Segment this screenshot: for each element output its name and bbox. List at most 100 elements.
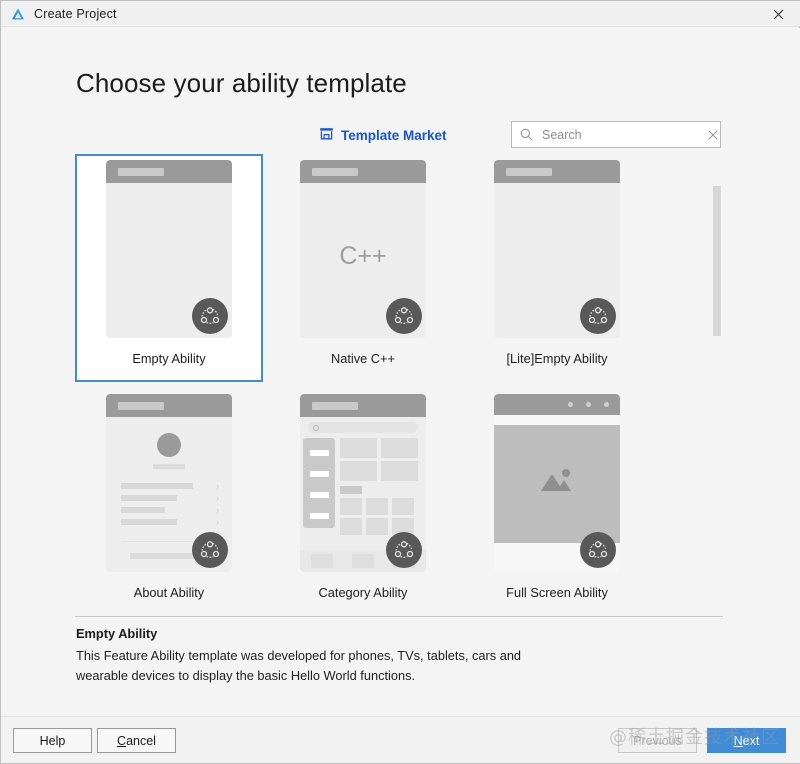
previous-button-label: Previous xyxy=(633,733,682,748)
title-bar: Create Project xyxy=(1,1,800,27)
mock-block xyxy=(366,518,388,535)
mock-block xyxy=(340,518,362,535)
template-thumbnail: › › › › xyxy=(106,394,232,572)
mock-block xyxy=(381,461,418,481)
template-label: [Lite]Empty Ability xyxy=(506,351,608,366)
mock-avatar xyxy=(157,433,181,457)
template-label: Native C++ xyxy=(330,351,396,366)
template-thumbnail xyxy=(494,160,620,338)
template-thumbnail: C++ xyxy=(300,160,426,338)
mock-row xyxy=(121,483,193,489)
image-placeholder-icon xyxy=(541,469,571,491)
mock-block xyxy=(366,498,388,515)
mock-block xyxy=(392,498,414,515)
mock-title-pill xyxy=(506,168,552,176)
mock-title-pill xyxy=(118,402,164,410)
template-label: About Ability xyxy=(133,585,205,600)
mock-topbar xyxy=(494,394,620,415)
mock-sidebar-item xyxy=(310,492,329,498)
template-card-lite-empty-ability[interactable]: [Lite]Empty Ability xyxy=(463,154,651,382)
template-grid-scroll-area: Empty Ability C++ Native C++ [Lite]Empty… xyxy=(75,154,723,626)
description-title: Empty Ability xyxy=(76,626,158,641)
mock-row xyxy=(121,495,177,501)
template-grid: Empty Ability C++ Native C++ [Lite]Empty… xyxy=(75,154,723,616)
template-thumbnail xyxy=(300,394,426,572)
next-button-label: ext xyxy=(742,733,760,748)
mock-dot xyxy=(586,402,591,407)
template-market-link[interactable]: Template Market xyxy=(319,126,447,144)
next-button[interactable]: Next xyxy=(707,728,786,753)
mock-block xyxy=(340,461,377,481)
mock-dot xyxy=(604,402,609,407)
template-card-empty-ability[interactable]: Empty Ability xyxy=(75,154,263,382)
mock-sidebar xyxy=(303,438,335,528)
help-button[interactable]: Help xyxy=(13,728,92,753)
dialog-body: Choose your ability template Template Ma… xyxy=(1,28,800,718)
mock-title-pill xyxy=(118,168,164,176)
template-label: Empty Ability xyxy=(132,351,206,366)
mock-strip xyxy=(494,415,620,425)
template-grid-scrollbar-thumb[interactable] xyxy=(713,186,721,336)
template-card-about-ability[interactable]: › › › › About Ability xyxy=(75,388,263,616)
harmony-distributed-icon xyxy=(386,532,422,568)
mock-section-label xyxy=(340,486,362,494)
clear-icon[interactable] xyxy=(705,122,720,147)
mock-search-pill xyxy=(308,422,418,433)
search-box[interactable] xyxy=(511,121,721,148)
cancel-button[interactable]: Cancel xyxy=(97,728,176,753)
mock-block xyxy=(381,438,418,458)
page-title: Choose your ability template xyxy=(76,68,407,98)
mock-row xyxy=(121,519,177,525)
mock-row xyxy=(121,507,165,513)
template-label: Category Ability xyxy=(318,585,408,600)
mock-topbar xyxy=(106,160,232,183)
chevron-right-icon: › xyxy=(216,517,219,527)
description-divider xyxy=(75,616,723,617)
help-button-label: Help xyxy=(39,733,66,748)
search-icon xyxy=(313,424,319,431)
mock-tab xyxy=(311,554,333,568)
mock-topbar xyxy=(300,394,426,417)
template-card-category-ability[interactable]: Category Ability xyxy=(269,388,457,616)
chevron-right-icon: › xyxy=(216,505,219,515)
mock-topbar xyxy=(106,394,232,417)
mock-topbar xyxy=(300,160,426,183)
harmony-distributed-icon xyxy=(386,298,422,334)
mock-sidebar-item xyxy=(310,471,329,477)
store-icon xyxy=(319,126,334,144)
cpp-glyph-icon: C++ xyxy=(339,242,387,270)
chevron-right-icon: › xyxy=(216,481,219,491)
template-label: Full Screen Ability xyxy=(506,585,608,600)
mock-sidebar-item xyxy=(310,450,329,456)
mock-dot xyxy=(568,402,573,407)
search-input[interactable] xyxy=(540,126,705,143)
create-project-dialog: Create Project Choose your ability templ… xyxy=(0,0,800,764)
harmony-distributed-icon xyxy=(580,532,616,568)
harmony-distributed-icon xyxy=(580,298,616,334)
mock-tab xyxy=(352,554,374,568)
template-card-full-screen-ability[interactable]: Full Screen Ability xyxy=(463,388,651,616)
chevron-right-icon: › xyxy=(216,493,219,503)
template-card-native-cpp[interactable]: C++ Native C++ xyxy=(269,154,457,382)
window-title: Create Project xyxy=(34,6,117,21)
close-icon[interactable] xyxy=(755,1,800,27)
dialog-footer: Help Cancel Previous Next xyxy=(1,716,800,763)
deveco-logo-icon xyxy=(10,6,26,22)
search-icon xyxy=(520,128,533,141)
harmony-distributed-icon xyxy=(192,298,228,334)
template-thumbnail xyxy=(494,394,620,572)
description-body: This Feature Ability template was develo… xyxy=(76,648,522,683)
mock-topbar xyxy=(494,160,620,183)
template-thumbnail xyxy=(106,160,232,338)
mock-block xyxy=(340,498,362,515)
mock-canvas xyxy=(494,425,620,543)
previous-button[interactable]: Previous xyxy=(618,728,697,753)
mock-sidebar-item xyxy=(310,513,329,519)
cancel-button-label: ancel xyxy=(126,733,156,748)
template-market-label: Template Market xyxy=(341,127,447,143)
harmony-distributed-icon xyxy=(192,532,228,568)
mock-block xyxy=(340,438,377,458)
mock-title-pill xyxy=(312,168,358,176)
next-button-mnemonic: N xyxy=(733,733,743,748)
mock-title-pill xyxy=(312,402,358,410)
